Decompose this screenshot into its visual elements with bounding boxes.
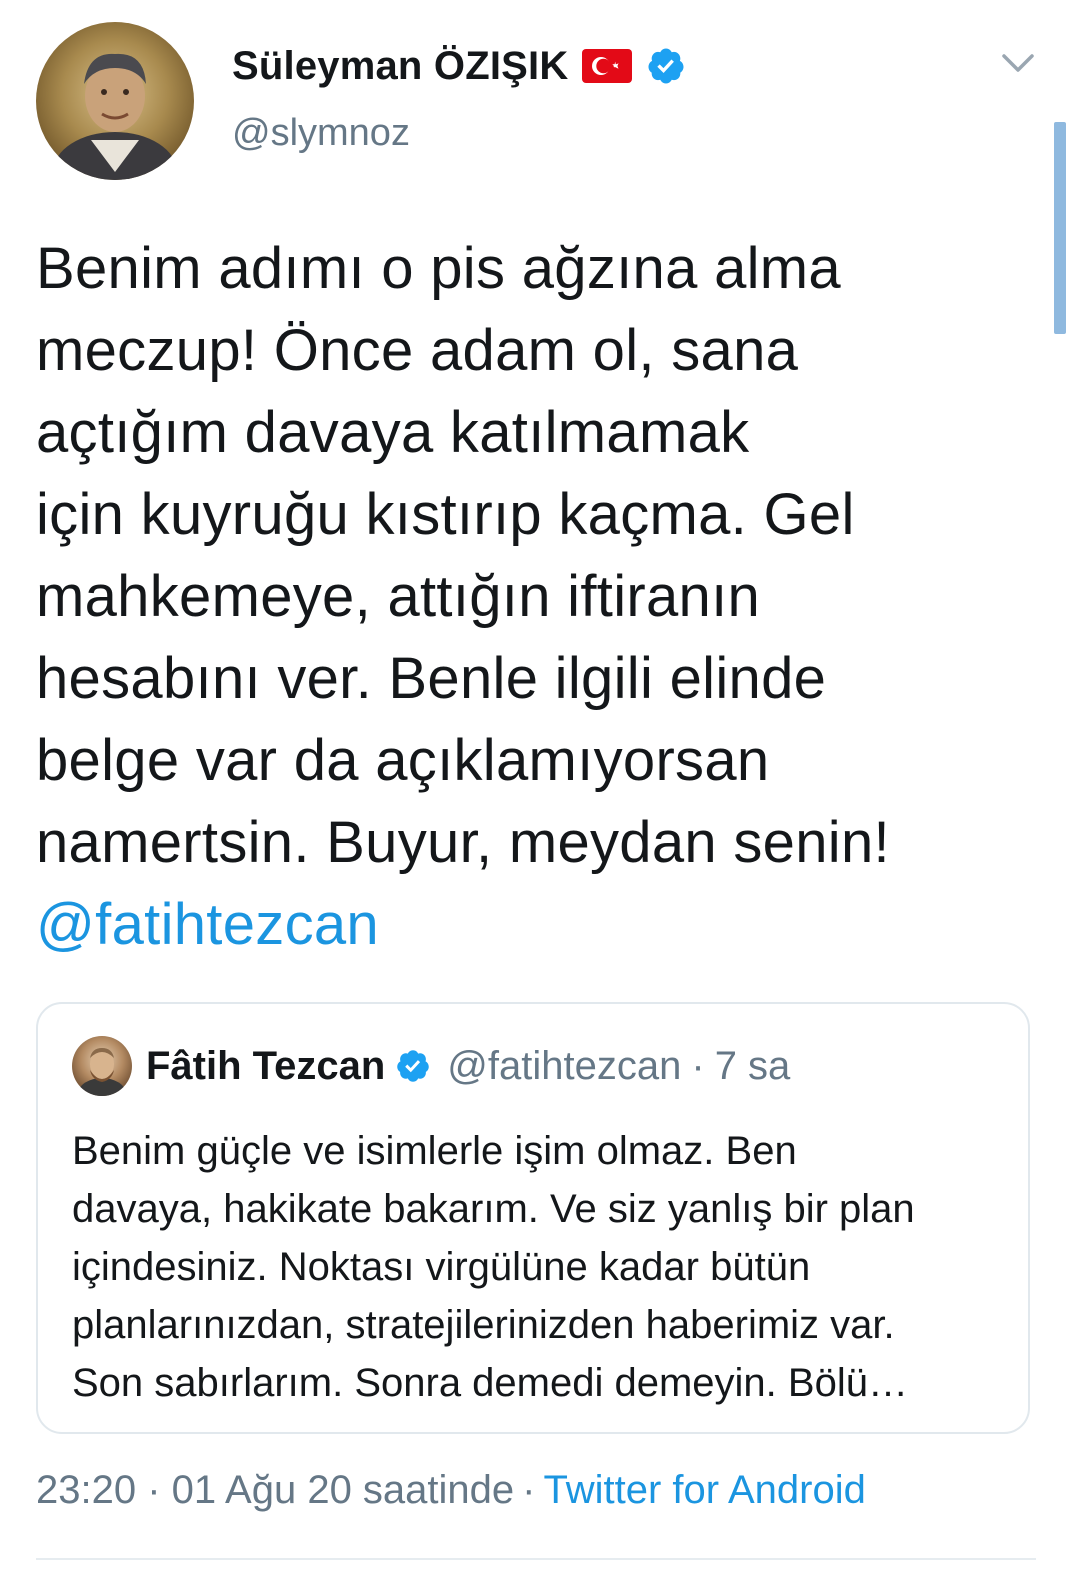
turkey-flag-icon xyxy=(582,49,633,83)
tweet-source-link[interactable]: Twitter for Android xyxy=(544,1468,866,1512)
meta-separator: · xyxy=(522,1468,536,1512)
quoted-author-avatar[interactable] xyxy=(72,1036,132,1096)
chevron-down-icon[interactable] xyxy=(998,48,1038,78)
author-handle[interactable]: @slymnoz xyxy=(232,112,410,155)
quoted-tweet-header: Fâtih Tezcan @fatihtezcan · 7 sa xyxy=(72,1034,790,1098)
quoted-tweet-card[interactable]: Fâtih Tezcan @fatihtezcan · 7 sa Benim g… xyxy=(36,1002,1030,1434)
divider xyxy=(36,1558,1036,1560)
quoted-verified-badge-icon xyxy=(395,1048,431,1084)
author-avatar[interactable] xyxy=(36,22,194,180)
quoted-separator: · xyxy=(691,1043,705,1088)
tweet-mention-link[interactable]: @fatihtezcan xyxy=(36,892,379,957)
quoted-author-name[interactable]: Fâtih Tezcan xyxy=(146,1044,385,1089)
verified-badge-icon xyxy=(646,46,686,86)
scrollbar-thumb[interactable] xyxy=(1054,122,1066,334)
quoted-tweet-time[interactable]: 7 sa xyxy=(715,1044,791,1089)
quoted-author-handle[interactable]: @fatihtezcan xyxy=(447,1044,681,1089)
avatar-portrait-icon xyxy=(53,53,177,180)
author-name-row: Süleyman ÖZIŞIK xyxy=(232,38,686,94)
quoted-tweet-text: Benim güçle ve isimlerle işim olmaz. Ben… xyxy=(72,1129,915,1405)
tweet-body: Benim adımı o pis ağzına alma meczup! Ön… xyxy=(36,228,1036,966)
tweet-text: Benim adımı o pis ağzına alma meczup! Ön… xyxy=(36,236,890,875)
tweet-timestamp[interactable]: 23:20 · 01 Ağu 20 saatinde xyxy=(36,1468,514,1512)
tweet-meta: 23:20 · 01 Ağu 20 saatinde · Twitter for A… xyxy=(36,1468,866,1513)
author-display-name[interactable]: Süleyman ÖZIŞIK xyxy=(232,44,568,89)
quoted-avatar-portrait-icon xyxy=(78,1048,126,1096)
